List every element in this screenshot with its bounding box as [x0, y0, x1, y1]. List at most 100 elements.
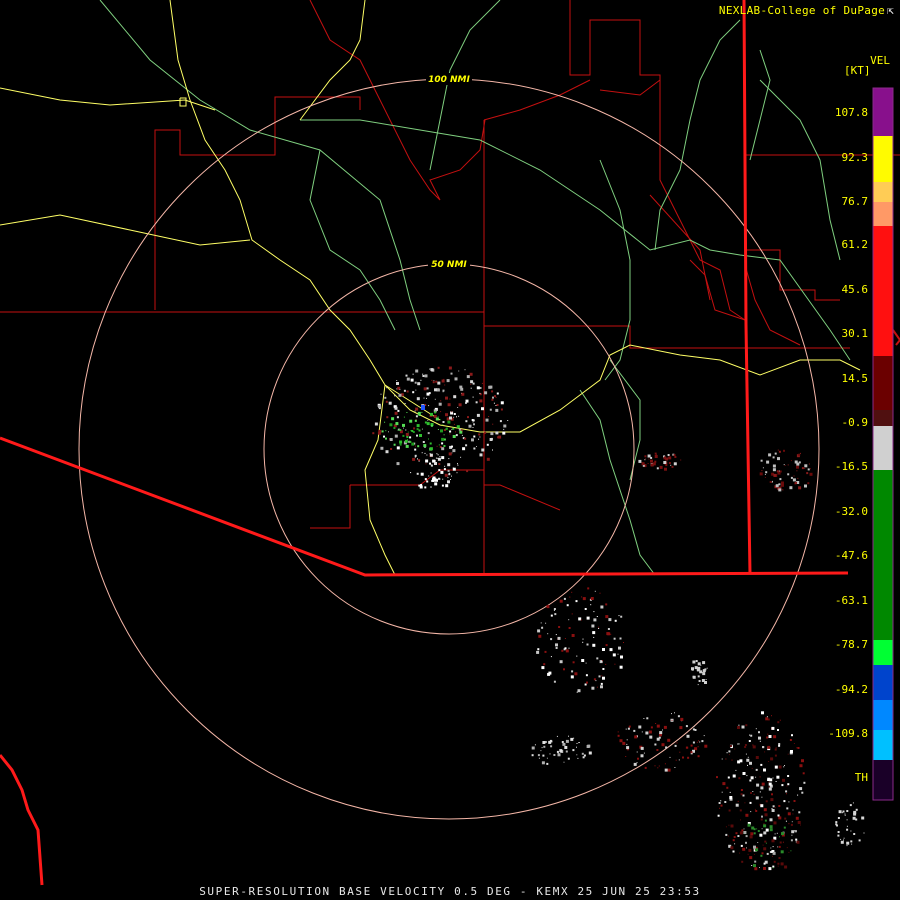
echo-pixel [565, 750, 568, 753]
echo-pixel [804, 467, 806, 469]
credit-text[interactable]: NEXLAB-College of DuPage [719, 4, 885, 17]
echo-pixel [471, 419, 474, 421]
echo-pixel [754, 808, 756, 810]
legend-label: 61.2 [841, 238, 869, 251]
echo-pixel [740, 844, 743, 847]
echo-pixel [409, 419, 413, 423]
echo-pixel [605, 663, 607, 665]
echo-pixel [489, 408, 492, 411]
echo-pixel [620, 615, 623, 618]
echo-pixel [494, 395, 496, 398]
echo-pixel [662, 729, 663, 731]
echo-pixel [730, 846, 734, 850]
echo-pixel [470, 383, 472, 385]
echo-pixel [458, 403, 462, 407]
echo-pixel [503, 424, 507, 428]
echo-pixel [844, 814, 846, 816]
echo-pixel [753, 845, 756, 849]
echo-pixel [768, 761, 770, 762]
echo-pixel [743, 831, 747, 834]
echo-pixel [763, 768, 766, 772]
echo-pixel [489, 438, 493, 441]
echo-pixel [797, 794, 799, 796]
echo-pixel [402, 434, 405, 437]
echo-pixel [580, 619, 582, 621]
echo-pixel [420, 484, 423, 486]
echo-pixel [853, 810, 857, 814]
echo-pixel [636, 762, 638, 764]
echo-pixel [778, 805, 781, 807]
echo-pixel [437, 457, 441, 461]
echo-pixel [453, 416, 455, 418]
echo-pixel [787, 775, 790, 777]
echo-pixel [798, 486, 802, 490]
echo-pixel [764, 813, 768, 817]
echo-pixel [577, 757, 579, 759]
echo-pixel [429, 447, 433, 451]
echo-pixel [759, 740, 761, 742]
echo-pixel [415, 415, 418, 418]
echo-pixel [774, 452, 777, 455]
external-link-icon[interactable]: ⇱ [887, 4, 894, 17]
echo-pixel [674, 456, 677, 458]
echo-pixel [633, 729, 636, 732]
echo-pixel [465, 420, 468, 423]
echo-pixel [750, 734, 753, 737]
echo-pixel [486, 457, 490, 461]
echo-pixel [768, 781, 770, 783]
echo-pixel [437, 381, 441, 385]
echo-pixel [582, 756, 585, 759]
echo-pixel [740, 819, 741, 821]
echo-pixel [722, 782, 726, 786]
echo-pixel [788, 801, 790, 803]
echo-pixel [492, 423, 494, 425]
echo-pixel [777, 449, 779, 451]
echo-pixel [568, 647, 570, 649]
echo-pixel [553, 608, 556, 610]
echo-pixel [643, 718, 645, 719]
echo-pixel [849, 804, 852, 807]
echo-pixel [803, 781, 806, 784]
echo-pixel [778, 816, 782, 820]
echo-pixel [394, 411, 398, 415]
echo-pixel [566, 604, 569, 607]
echo-pixel [435, 417, 439, 421]
echo-pixel [605, 615, 609, 619]
echo-pixel [547, 672, 551, 676]
echo-pixel [641, 731, 643, 733]
echo-pixel [837, 817, 840, 819]
echo-pixel [569, 596, 571, 598]
echo-pixel [745, 841, 747, 844]
echo-pixel [414, 454, 417, 457]
echo-pixel [393, 443, 396, 446]
echo-pixel [461, 434, 463, 436]
credit-label[interactable]: NEXLAB-College of DuPage ⇱ [719, 4, 894, 17]
echo-pixel [779, 836, 780, 838]
echo-pixel [706, 667, 708, 669]
echo-pixel [479, 392, 481, 394]
echo-pixel [453, 423, 455, 425]
ring-label-100nmi: 100 NMI [428, 75, 470, 85]
echo-pixel [717, 814, 720, 817]
legend-unit: [KT] [844, 64, 871, 77]
echo-pixel [430, 412, 433, 416]
echo-pixel [667, 768, 671, 772]
echo-pixel [766, 852, 769, 855]
echo-pixel [397, 429, 399, 431]
echo-pixel [486, 443, 489, 446]
echo-pixel [394, 434, 398, 438]
echo-pixel [747, 853, 749, 855]
echo-pixel [763, 823, 765, 825]
echo-pixel [773, 860, 776, 863]
echo-pixel [674, 767, 676, 768]
echo-pixel [622, 741, 626, 745]
echo-pixel [499, 420, 502, 423]
echo-pixel [432, 480, 435, 482]
echo-pixel [598, 675, 601, 678]
echo-pixel [783, 464, 785, 466]
echo-pixel [724, 801, 727, 803]
echo-pixel [846, 825, 848, 827]
echo-pixel [576, 746, 577, 748]
echo-pixel [546, 757, 548, 759]
echo-pixel [764, 860, 768, 864]
